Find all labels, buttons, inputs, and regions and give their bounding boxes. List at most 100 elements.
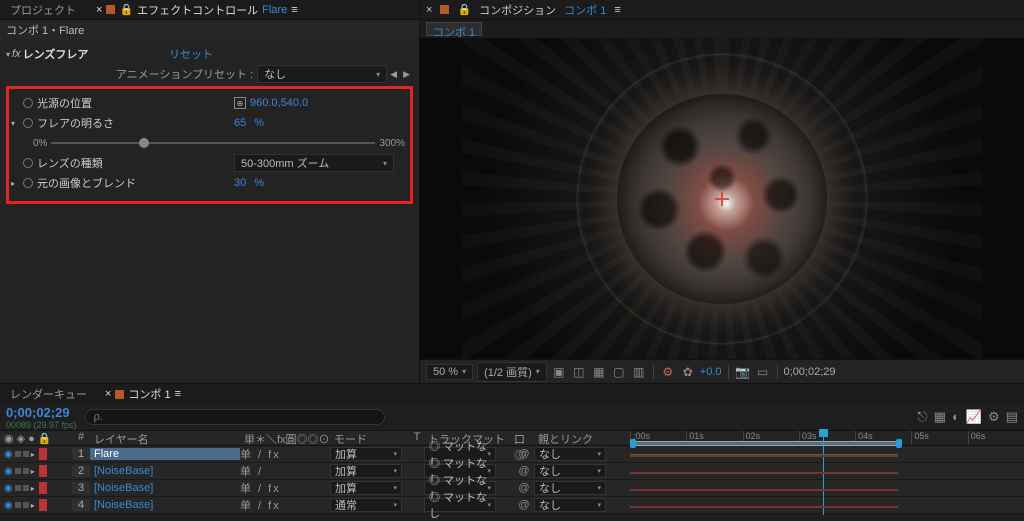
unit: %: [254, 177, 264, 189]
layer-name[interactable]: Flare: [90, 448, 240, 460]
parent-dropdown[interactable]: なし▾: [534, 498, 606, 512]
snapshot-icon[interactable]: 📷: [735, 365, 751, 379]
col-num[interactable]: #: [72, 431, 90, 445]
layer-twirl[interactable]: [31, 482, 37, 494]
tab-project[interactable]: プロジェクト: [6, 2, 80, 18]
label-color[interactable]: [39, 448, 47, 460]
layer-switches[interactable]: 单 /: [240, 463, 330, 479]
pickwhip-icon[interactable]: @: [514, 448, 534, 460]
crosshair-icon[interactable]: ⊕: [234, 97, 246, 109]
parent-dropdown[interactable]: なし▾: [534, 447, 606, 461]
layer-bar[interactable]: [630, 489, 898, 491]
layer-bar[interactable]: [630, 455, 898, 457]
toggle-safe-icon[interactable]: ▢: [611, 365, 627, 379]
comp-breadcrumb-chip[interactable]: コンポ 1: [426, 22, 482, 36]
blend-mode-dropdown[interactable]: 加算▾: [330, 481, 402, 495]
visibility-icon[interactable]: ◉: [4, 449, 13, 460]
pickwhip-icon[interactable]: @: [514, 482, 534, 494]
stopwatch-icon[interactable]: [23, 158, 33, 168]
visibility-icon[interactable]: ◉: [4, 483, 13, 494]
stopwatch-icon[interactable]: [23, 178, 33, 188]
toggle-guides-icon[interactable]: ▦: [591, 365, 607, 379]
col-mode[interactable]: モード: [330, 431, 410, 445]
work-area-start[interactable]: [630, 439, 636, 448]
layer-name[interactable]: [NoiseBase]: [90, 499, 240, 511]
work-area-bar[interactable]: [630, 441, 898, 446]
prop-source-pos-value[interactable]: 960.0,540.0: [250, 97, 308, 109]
layer-row[interactable]: ◉3[NoiseBase]单 / fx加算▾◎ マットなし▾@なし▾: [0, 480, 1024, 497]
preset-dropdown[interactable]: なし ▾: [257, 65, 387, 83]
blend-mode-dropdown[interactable]: 加算▾: [330, 447, 402, 461]
blend-twirl[interactable]: [9, 179, 19, 188]
zoom-dropdown[interactable]: 50 %▾: [426, 364, 473, 380]
motion-blur-icon[interactable]: ◐: [952, 409, 960, 425]
time-ruler[interactable]: :00s01s02s03s04s05s06s: [630, 431, 1024, 445]
pickwhip-icon[interactable]: @: [514, 465, 534, 477]
layer-bar[interactable]: [630, 506, 898, 508]
layer-row[interactable]: ◉1Flare单 / fx加算▾◎ マットなし▾@なし▾: [0, 446, 1024, 463]
preset-next[interactable]: ▶: [403, 69, 410, 80]
tab-composition-label[interactable]: コンポジション: [479, 2, 556, 18]
layer-twirl[interactable]: [31, 448, 37, 460]
tab-timeline-comp[interactable]: × コンポ 1≡: [101, 386, 185, 402]
show-snapshot-icon[interactable]: ▭: [755, 365, 771, 379]
reset-link[interactable]: リセット: [169, 46, 213, 62]
blend-mode-dropdown[interactable]: 通常▾: [330, 498, 402, 512]
frame-blend-icon[interactable]: ▦: [934, 409, 946, 425]
viewer-timecode[interactable]: 0;00;02;29: [784, 366, 836, 378]
graph-editor-icon[interactable]: 📈: [966, 409, 982, 425]
slider-knob[interactable]: [139, 138, 149, 148]
exposure-value[interactable]: +0.0: [700, 366, 722, 378]
anchor-marker[interactable]: [717, 194, 727, 204]
parent-dropdown[interactable]: なし▾: [534, 464, 606, 478]
prop-blend-value[interactable]: 30: [234, 177, 246, 189]
work-area-end[interactable]: [896, 439, 902, 448]
lens-type-dropdown[interactable]: 50-300mm ズーム ▾: [234, 154, 394, 172]
col-t[interactable]: T: [410, 431, 424, 445]
parent-dropdown[interactable]: なし▾: [534, 481, 606, 495]
layer-name[interactable]: [NoiseBase]: [90, 482, 240, 494]
current-timecode[interactable]: 0;00;02;29: [6, 405, 77, 420]
layer-row[interactable]: ◉2[NoiseBase]单 /加算▾◎ マットなし▾@なし▾: [0, 463, 1024, 480]
tab-composition-target: コンポ 1: [564, 2, 606, 18]
brightness-twirl[interactable]: [9, 119, 19, 128]
label-color[interactable]: [39, 482, 47, 494]
visibility-icon[interactable]: ◉: [4, 500, 13, 511]
layer-switches[interactable]: 单 / fx: [240, 497, 330, 513]
tab-render-queue[interactable]: レンダーキュー: [6, 386, 91, 402]
draft3d-icon[interactable]: ⚙: [988, 409, 1000, 425]
layer-switches[interactable]: 单 / fx: [240, 446, 330, 462]
toggle-mask-icon[interactable]: ◫: [571, 365, 587, 379]
resolution-dropdown[interactable]: (1/2 画質)▾: [477, 362, 547, 382]
track-matte-dropdown[interactable]: ◎ マットなし▾: [424, 498, 496, 512]
effect-name[interactable]: レンズフレア: [23, 46, 89, 62]
layer-twirl[interactable]: [31, 465, 37, 477]
layer-twirl[interactable]: [31, 499, 37, 511]
color-mgmt-icon[interactable]: ⚙: [660, 365, 676, 379]
stopwatch-icon[interactable]: [23, 98, 33, 108]
composition-viewer[interactable]: [420, 38, 1024, 359]
col-parent[interactable]: 親とリンク: [534, 431, 630, 445]
gear-icon[interactable]: ✿: [680, 365, 696, 379]
pickwhip-icon[interactable]: @: [514, 499, 534, 511]
blend-mode-dropdown[interactable]: 加算▾: [330, 464, 402, 478]
visibility-icon[interactable]: ◉: [4, 466, 13, 477]
layer-row[interactable]: ◉4[NoiseBase]单 / fx通常▾◎ マットなし▾@なし▾: [0, 497, 1024, 514]
prop-brightness-value[interactable]: 65: [234, 117, 246, 129]
label-color[interactable]: [39, 499, 47, 511]
layer-switches[interactable]: 单 / fx: [240, 480, 330, 496]
toggle-alpha-icon[interactable]: ▣: [551, 365, 567, 379]
col-layer-name[interactable]: レイヤー名: [90, 431, 240, 445]
layer-name[interactable]: [NoiseBase]: [90, 465, 240, 477]
toggle-grid-icon[interactable]: ▥: [631, 365, 647, 379]
stopwatch-icon[interactable]: [23, 118, 33, 128]
label-color[interactable]: [39, 465, 47, 477]
layer-bar[interactable]: [630, 472, 898, 474]
col-switches[interactable]: 単＊＼fx圓◎◎⊙: [240, 431, 330, 445]
brightness-slider[interactable]: 0% 300%: [29, 135, 409, 151]
tab-effect-controls[interactable]: × 🔒 エフェクトコントロール Flare ≡: [92, 2, 302, 18]
shy-icon[interactable]: ⎋: [917, 409, 927, 425]
preset-prev[interactable]: ◀: [390, 69, 397, 80]
collapse-icon[interactable]: ▤: [1006, 409, 1018, 425]
layer-search[interactable]: ρ.: [85, 409, 385, 425]
